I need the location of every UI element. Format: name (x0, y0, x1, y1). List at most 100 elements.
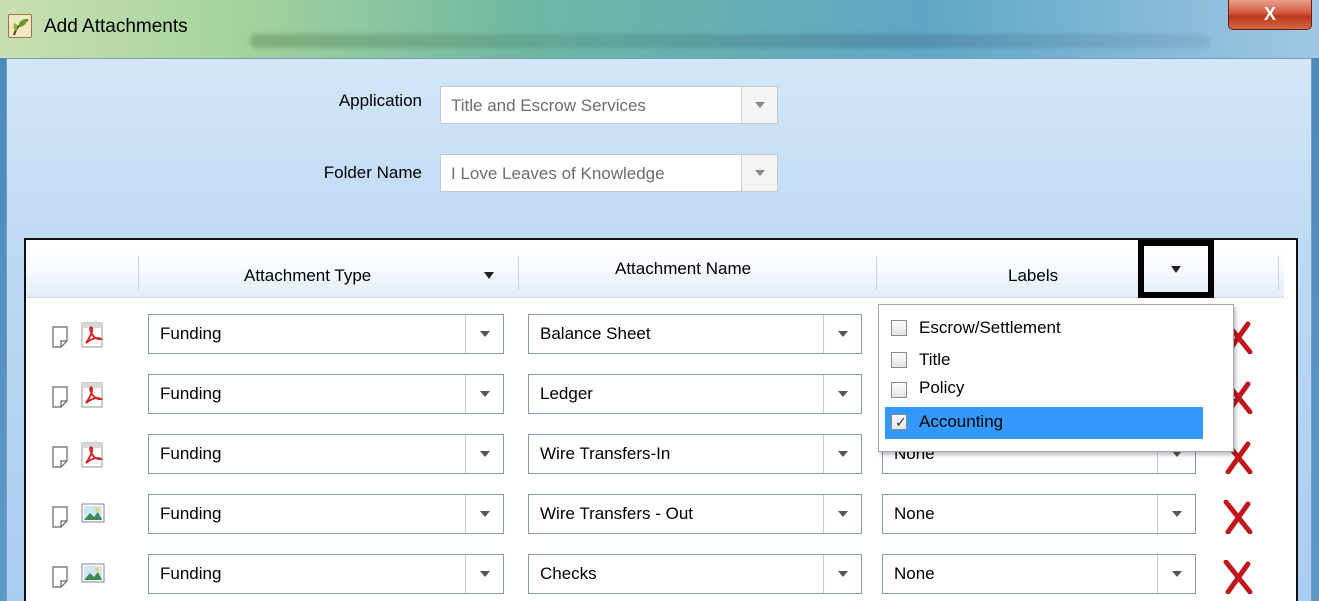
labels-dropdown-arrow[interactable] (1157, 495, 1195, 533)
labels-dropdown-arrow[interactable] (1157, 555, 1195, 593)
application-value: Title and Escrow Services (451, 96, 646, 115)
label-option-escrow-settlement[interactable]: Escrow/Settlement (885, 313, 1203, 344)
attachment-type-select[interactable]: Funding (148, 434, 504, 474)
grid-header: Attachment Type Attachment Name Labels (26, 248, 1284, 298)
table-row: Funding Checks None (26, 544, 1296, 601)
column-header-labels[interactable]: Labels (1008, 266, 1058, 286)
column-separator (138, 256, 139, 290)
chevron-down-icon (838, 331, 848, 337)
column-separator (518, 256, 519, 290)
attachment-type-value: Funding (160, 504, 222, 523)
attachment-type-select[interactable]: Funding (148, 314, 504, 354)
labels-select[interactable]: None (882, 494, 1196, 534)
labels-filter-highlight[interactable] (1138, 240, 1214, 298)
pdf-icon (81, 442, 104, 468)
labels-dropdown-list: Escrow/Settlement Title Policy ✓ Account… (878, 304, 1234, 452)
title-bar[interactable]: Add Attachments X (0, 0, 1319, 58)
chevron-down-icon (480, 451, 490, 457)
attachment-type-dropdown-arrow[interactable] (465, 375, 503, 413)
application-select[interactable]: Title and Escrow Services (440, 86, 778, 124)
add-attachments-window: Add Attachments X Application Title and … (0, 0, 1319, 601)
document-icon[interactable] (52, 386, 68, 408)
checkbox[interactable] (891, 320, 907, 336)
attachment-name-select[interactable]: Balance Sheet (528, 314, 862, 354)
attachment-name-value: Wire Transfers - Out (540, 504, 694, 523)
option-label: Title (919, 350, 951, 369)
chevron-down-icon (838, 511, 848, 517)
image-icon (81, 503, 105, 523)
attachment-type-value: Funding (160, 384, 222, 403)
labels-select[interactable]: None (882, 554, 1196, 594)
column-separator (1278, 256, 1279, 290)
labels-value: None (894, 564, 935, 583)
pdf-icon (81, 382, 104, 408)
attachment-name-dropdown-arrow[interactable] (823, 435, 861, 473)
delete-icon[interactable] (1222, 500, 1254, 534)
chevron-down-icon (1172, 571, 1182, 577)
checkmark-icon: ✓ (895, 414, 907, 430)
application-label: Application (338, 91, 422, 110)
attachment-type-select[interactable]: Funding (148, 374, 504, 414)
chevron-down-icon (838, 451, 848, 457)
document-icon[interactable] (52, 506, 68, 528)
attachment-name-value: Wire Transfers-In (540, 444, 671, 463)
attachment-name-dropdown-arrow[interactable] (823, 375, 861, 413)
chevron-down-icon (838, 571, 848, 577)
label-option-accounting[interactable]: ✓ Accounting (885, 407, 1203, 439)
attachment-type-dropdown-arrow[interactable] (465, 315, 503, 353)
column-header-attachment-type[interactable]: Attachment Type (244, 266, 371, 286)
chevron-down-icon (755, 102, 765, 108)
label-option-title[interactable]: Title (885, 345, 1203, 373)
labels-value: None (894, 504, 935, 523)
attachment-name-select[interactable]: Wire Transfers - Out (528, 494, 862, 534)
document-icon[interactable] (52, 566, 68, 588)
chevron-down-icon (755, 170, 765, 176)
folder-name-value: I Love Leaves of Knowledge (451, 164, 665, 183)
attachment-name-select[interactable]: Checks (528, 554, 862, 594)
attachment-type-dropdown-arrow[interactable] (465, 435, 503, 473)
close-button[interactable]: X (1228, 0, 1312, 30)
checkbox[interactable]: ✓ (891, 414, 907, 430)
checkbox[interactable] (891, 382, 907, 398)
delete-icon[interactable] (1222, 560, 1254, 594)
attachment-type-select[interactable]: Funding (148, 494, 504, 534)
chevron-down-icon (838, 391, 848, 397)
attachment-name-dropdown-arrow[interactable] (823, 555, 861, 593)
labels-filter-dropdown-icon[interactable] (1171, 266, 1181, 273)
attachment-name-select[interactable]: Wire Transfers-In (528, 434, 862, 474)
document-icon[interactable] (52, 326, 68, 348)
attachment-type-value: Funding (160, 324, 222, 343)
label-option-policy[interactable]: Policy (885, 375, 1203, 405)
attachment-type-value: Funding (160, 444, 222, 463)
window-title: Add Attachments (44, 16, 188, 37)
folder-name-select[interactable]: I Love Leaves of Knowledge (440, 154, 778, 192)
option-label: Escrow/Settlement (919, 318, 1061, 337)
chevron-down-icon (480, 331, 490, 337)
folder-name-label: Folder Name (323, 163, 422, 182)
chevron-down-icon (1172, 511, 1182, 517)
table-row: Funding Wire Transfers - Out None (26, 484, 1296, 544)
attachment-type-select[interactable]: Funding (148, 554, 504, 594)
attachment-name-value: Balance Sheet (540, 324, 651, 343)
chevron-down-icon (480, 391, 490, 397)
folder-dropdown-arrow[interactable] (741, 155, 777, 191)
pdf-icon (81, 322, 104, 348)
option-label: Accounting (919, 412, 1004, 431)
chevron-down-icon (480, 571, 490, 577)
document-icon[interactable] (52, 446, 68, 468)
image-icon (81, 563, 105, 583)
attachment-name-dropdown-arrow[interactable] (823, 315, 861, 353)
checkbox[interactable] (891, 352, 907, 368)
attachment-name-select[interactable]: Ledger (528, 374, 862, 414)
attachment-name-dropdown-arrow[interactable] (823, 495, 861, 533)
application-dropdown-arrow[interactable] (741, 87, 777, 123)
app-leaf-icon (8, 14, 32, 38)
column-header-attachment-name[interactable]: Attachment Name (615, 259, 751, 279)
title-bar-background (250, 34, 1210, 48)
attachment-type-sort-icon[interactable] (484, 272, 494, 279)
attachment-type-dropdown-arrow[interactable] (465, 495, 503, 533)
attachment-type-value: Funding (160, 564, 222, 583)
attachment-name-value: Checks (540, 564, 597, 583)
attachment-type-dropdown-arrow[interactable] (465, 555, 503, 593)
column-separator (876, 256, 877, 290)
